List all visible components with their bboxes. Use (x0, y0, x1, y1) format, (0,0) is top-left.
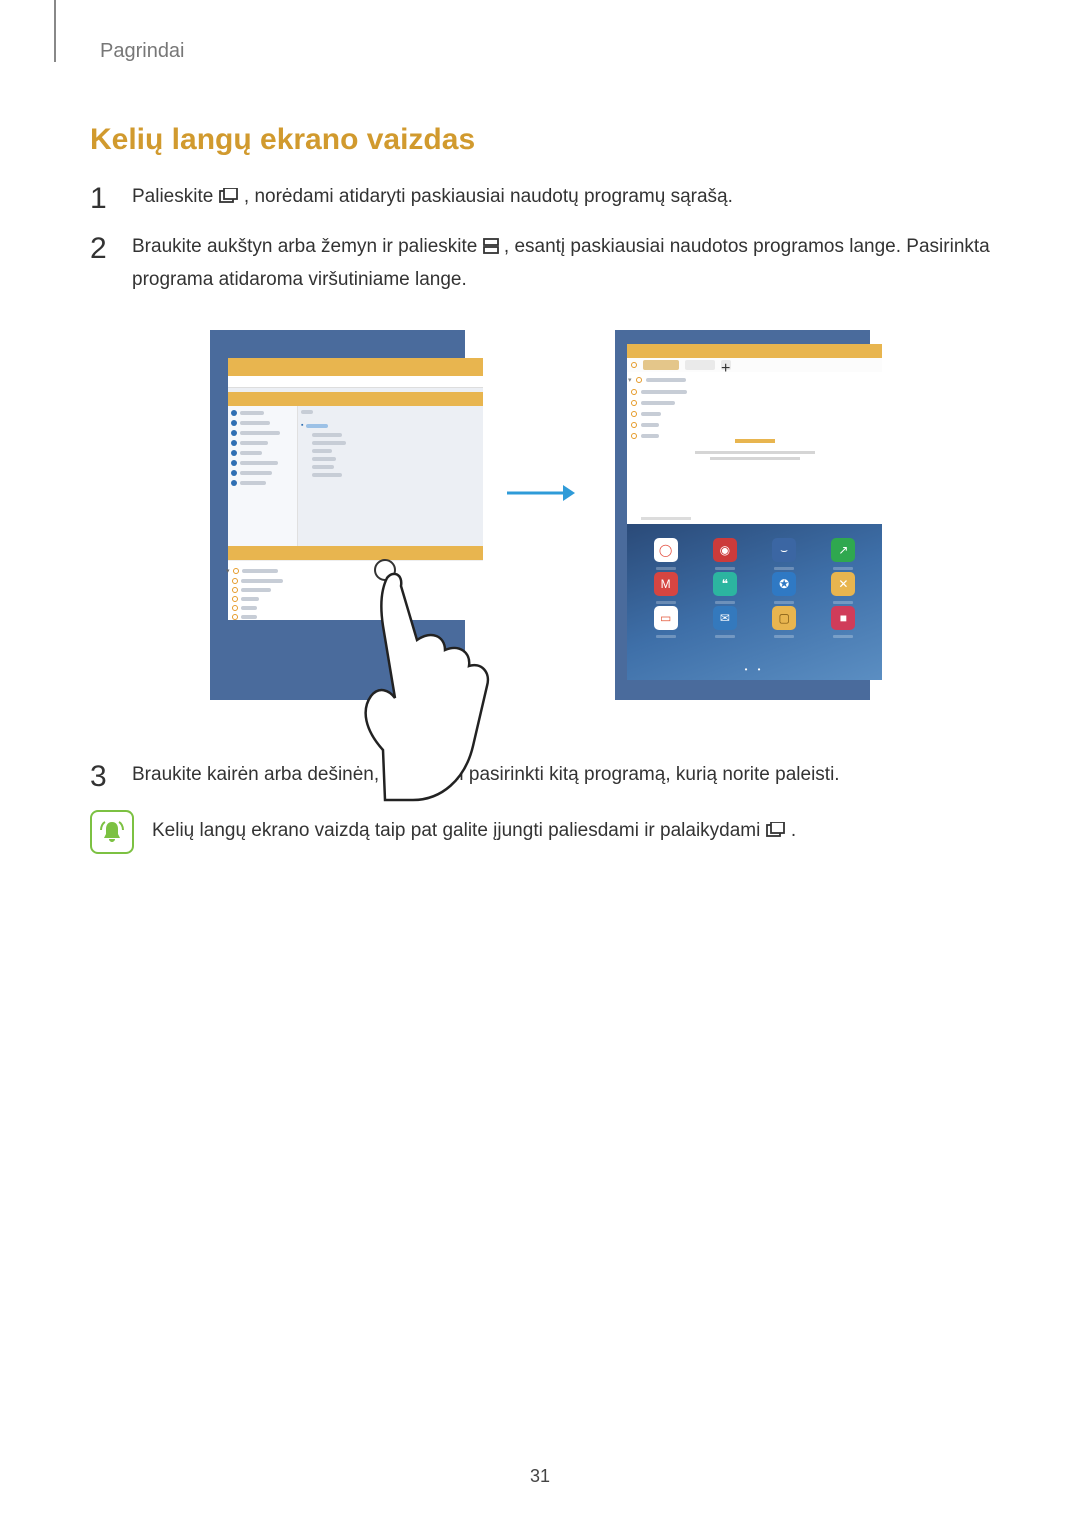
app-icon: ✉ (713, 606, 737, 630)
recent-apps-icon (219, 184, 239, 214)
step-number: 3 (90, 762, 120, 792)
margin-rule (54, 0, 56, 62)
step-number: 2 (90, 234, 120, 264)
step-text: Braukite aukštyn arba žemyn ir palieskit… (120, 232, 990, 295)
step-number: 1 (90, 184, 120, 214)
breadcrumb: Pagrindai (100, 40, 990, 63)
app-icon: ■ (831, 606, 855, 630)
text-after: . (791, 820, 796, 841)
app-icon: ◉ (713, 538, 737, 562)
arrow-right-icon (505, 481, 575, 510)
tip-note: Kelių langų ekrano vaizdą taip pat galit… (90, 810, 990, 854)
split-screen-icon (483, 234, 499, 264)
app-icon: ▢ (772, 606, 796, 630)
app-icon: ✪ (772, 572, 796, 596)
step-text: Braukite kairėn arba dešinėn, norėdami p… (120, 760, 840, 790)
text-before: Palieskite (132, 186, 219, 207)
app-icon: ⌣ (772, 538, 796, 562)
text-after: , norėdami atidaryti paskiausiai naudotų… (244, 186, 733, 207)
step-3: 3 Braukite kairėn arba dešinėn, norėdami… (90, 760, 990, 792)
recent-apps-icon (766, 822, 786, 844)
bell-icon (90, 810, 134, 854)
section-title: Kelių langų ekrano vaizdas (90, 123, 990, 157)
tip-text: Kelių langų ekrano vaizdą taip pat galit… (152, 820, 796, 844)
instruction-figure: ▪ ▾ (90, 330, 990, 700)
page-number: 31 (0, 1466, 1080, 1487)
step-2: 2 Braukite aukštyn arba žemyn ir paliesk… (90, 232, 990, 295)
tablet-screenshot-right: + ▾ (615, 330, 870, 700)
text-before: Braukite aukštyn arba žemyn ir palieskit… (132, 236, 483, 257)
step-1: 1 Palieskite , norėdami atidaryti paskia… (90, 182, 990, 214)
step-text: Palieskite , norėdami atidaryti paskiaus… (120, 182, 733, 214)
app-icon: ▭ (654, 606, 678, 630)
app-icon: ◯ (654, 538, 678, 562)
app-icon: M (654, 572, 678, 596)
app-icon: ❝ (713, 572, 737, 596)
tablet-screenshot-left: ▪ ▾ (210, 330, 465, 700)
text-before: Kelių langų ekrano vaizdą taip pat galit… (152, 820, 766, 841)
app-icon: ✕ (831, 572, 855, 596)
app-icon: ↗ (831, 538, 855, 562)
